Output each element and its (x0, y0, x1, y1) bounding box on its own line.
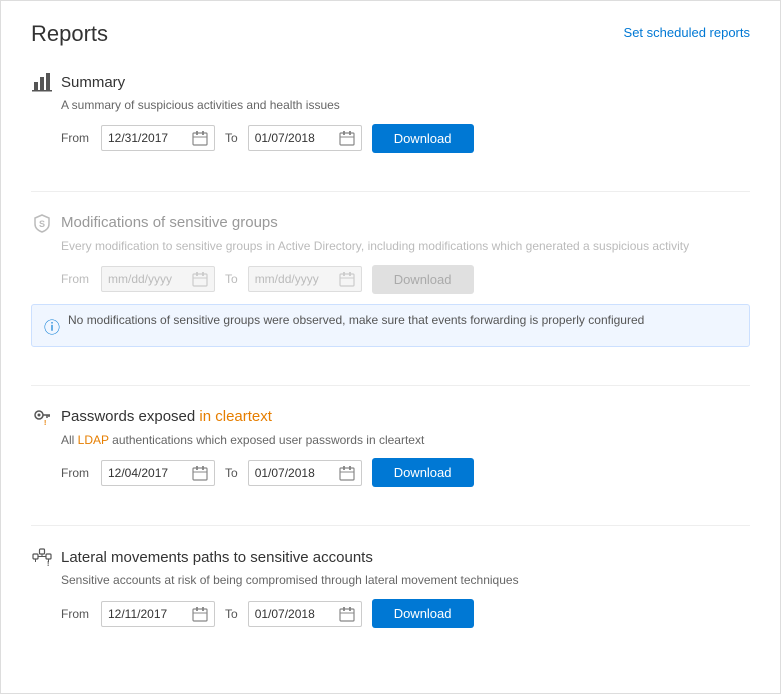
date-row-lateral-movements: From To Download (61, 599, 750, 628)
desc-highlight-ldap: LDAP (78, 433, 109, 447)
to-date-input-summary[interactable] (255, 131, 335, 145)
page-container: Reports Set scheduled reports Summary A … (0, 0, 781, 694)
to-date-input-passwords[interactable] (255, 466, 335, 480)
from-date-input-sensitive-groups (108, 272, 188, 286)
report-description-summary: A summary of suspicious activities and h… (61, 97, 750, 114)
download-button-lateral-movements[interactable]: Download (372, 599, 474, 628)
report-title-text-before: Passwords exposed (61, 408, 199, 425)
to-label-summary: To (225, 131, 238, 145)
report-title-sensitive-groups: Modifications of sensitive groups (61, 214, 278, 231)
to-label-passwords: To (225, 466, 238, 480)
report-section-summary: Summary A summary of suspicious activiti… (31, 71, 750, 163)
calendar-icon-from-passwords (192, 465, 208, 481)
from-date-input-passwords[interactable] (108, 466, 188, 480)
divider-2 (31, 385, 750, 386)
svg-text:!: ! (47, 561, 49, 567)
from-date-wrapper-passwords[interactable] (101, 460, 215, 486)
to-date-wrapper-passwords[interactable] (248, 460, 362, 486)
info-text-sensitive-groups: No modifications of sensitive groups wer… (68, 313, 644, 327)
from-date-wrapper-summary[interactable] (101, 125, 215, 151)
from-date-input-lateral[interactable] (108, 607, 188, 621)
svg-text:S: S (39, 219, 45, 229)
from-label-passwords: From (61, 466, 91, 480)
to-date-wrapper-summary[interactable] (248, 125, 362, 151)
download-button-sensitive-groups: Download (372, 265, 474, 294)
date-row-passwords-cleartext: From To Download (61, 458, 750, 487)
report-header-sensitive-groups: S Modifications of sensitive groups (31, 212, 750, 234)
calendar-icon-to-passwords (339, 465, 355, 481)
to-date-input-sensitive-groups (255, 272, 335, 286)
report-section-passwords-cleartext: ! Passwords exposed in cleartext All LDA… (31, 406, 750, 498)
report-description-lateral-movements: Sensitive accounts at risk of being comp… (61, 572, 750, 589)
date-row-summary: From To Download (61, 124, 750, 153)
report-title-lateral-movements: Lateral movements paths to sensitive acc… (61, 549, 373, 566)
from-label-lateral: From (61, 607, 91, 621)
divider-1 (31, 191, 750, 192)
shield-s-icon: S (31, 212, 53, 234)
report-header-summary: Summary (31, 71, 750, 93)
calendar-icon-from-lateral (192, 606, 208, 622)
to-label-lateral: To (225, 607, 238, 621)
scheduled-reports-link[interactable]: Set scheduled reports (624, 25, 750, 40)
date-row-sensitive-groups: From To Download (61, 265, 750, 294)
calendar-icon-to-sensitive-groups (339, 271, 355, 287)
to-label-sensitive-groups: To (225, 272, 238, 286)
report-title-highlight: in cleartext (199, 408, 272, 425)
to-date-wrapper-lateral[interactable] (248, 601, 362, 627)
from-date-wrapper-sensitive-groups (101, 266, 215, 292)
report-section-lateral-movements: ! Lateral movements paths to sensitive a… (31, 546, 750, 638)
divider-3 (31, 525, 750, 526)
download-button-passwords-cleartext[interactable]: Download (372, 458, 474, 487)
lateral-movements-icon: ! (31, 546, 53, 568)
report-description-sensitive-groups: Every modification to sensitive groups i… (61, 238, 750, 255)
to-date-input-lateral[interactable] (255, 607, 335, 621)
key-warning-icon: ! (31, 406, 53, 428)
to-date-wrapper-sensitive-groups (248, 266, 362, 292)
page-title: Reports (31, 21, 108, 47)
calendar-icon-from-sensitive-groups (192, 271, 208, 287)
bar-chart-icon (31, 71, 53, 93)
download-button-summary[interactable]: Download (372, 124, 474, 153)
calendar-icon-from-summary (192, 130, 208, 146)
report-header-lateral-movements: ! Lateral movements paths to sensitive a… (31, 546, 750, 568)
from-date-wrapper-lateral[interactable] (101, 601, 215, 627)
info-box-sensitive-groups: ⓘ No modifications of sensitive groups w… (31, 304, 750, 347)
report-header-passwords-cleartext: ! Passwords exposed in cleartext (31, 406, 750, 428)
info-icon: ⓘ (44, 314, 60, 338)
from-label-summary: From (61, 131, 91, 145)
calendar-icon-to-lateral (339, 606, 355, 622)
from-date-input-summary[interactable] (108, 131, 188, 145)
report-title-passwords-cleartext: Passwords exposed in cleartext (61, 408, 272, 425)
page-header: Reports Set scheduled reports (31, 21, 750, 47)
report-section-sensitive-groups: S Modifications of sensitive groups Ever… (31, 212, 750, 357)
calendar-icon-to-summary (339, 130, 355, 146)
report-description-passwords-cleartext: All LDAP authentications which exposed u… (61, 432, 750, 449)
from-label-sensitive-groups: From (61, 272, 91, 286)
svg-text:!: ! (44, 420, 46, 427)
report-title-summary: Summary (61, 74, 125, 91)
